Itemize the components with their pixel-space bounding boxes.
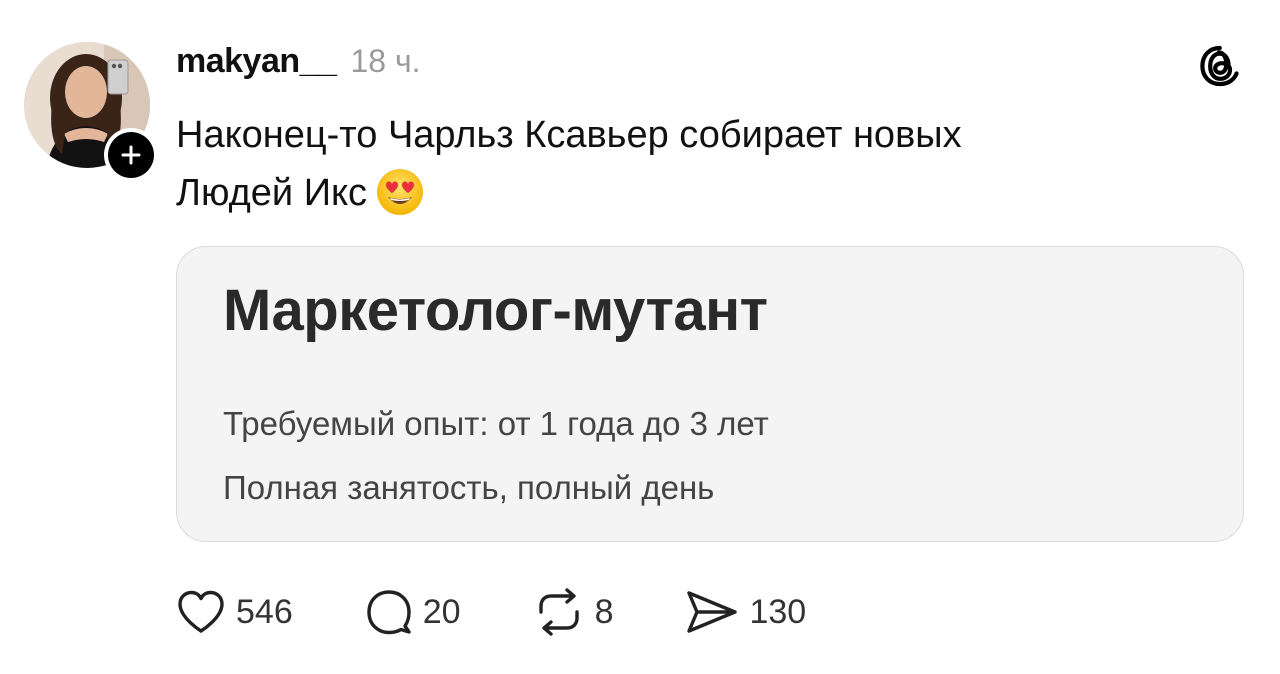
send-icon — [687, 591, 738, 633]
post-text-line-1: Наконец-то Чарльз Ксавьер собирает новых — [176, 114, 962, 156]
heart-icon — [178, 590, 224, 633]
share-button[interactable]: 130 — [685, 589, 806, 635]
repost-icon — [538, 588, 579, 636]
follow-button[interactable] — [104, 128, 158, 182]
follow-button-circle — [108, 132, 154, 178]
post-text-line-2: Людей Икс — [176, 172, 368, 214]
comment-bubble-icon — [367, 590, 411, 635]
post-text-line-2-wrap: Людей Икс — [176, 164, 1196, 222]
like-count: 546 — [236, 592, 293, 631]
plus-icon — [121, 145, 141, 165]
username[interactable]: makyan__ — [176, 42, 337, 81]
post-text: Наконец-то Чарльз Ксавьер собирает новых… — [176, 106, 1196, 222]
share-count: 130 — [749, 592, 807, 631]
threads-logo-icon[interactable] — [1194, 40, 1246, 92]
heart-eyes-emoji-icon — [375, 167, 425, 217]
repost-button[interactable]: 8 — [533, 588, 614, 636]
comment-count: 20 — [422, 592, 461, 631]
card-experience: Требуемый опыт: от 1 года до 3 лет — [223, 405, 769, 442]
post-header: makyan__ 18 ч. — [176, 42, 421, 90]
comment-button[interactable]: 20 — [365, 588, 461, 636]
job-preview-card[interactable]: Маркетолог-мутант Требуемый опыт: от 1 г… — [176, 246, 1244, 542]
card-employment: Полная занятость, полный день — [223, 469, 715, 506]
post-timestamp: 18 ч. — [350, 43, 421, 79]
repost-count: 8 — [594, 592, 614, 631]
like-button[interactable]: 546 — [176, 589, 293, 635]
post-actions: 546 20 8 130 — [176, 584, 806, 640]
card-title: Маркетолог-мутант — [223, 278, 768, 343]
author-avatar-group — [24, 42, 158, 182]
